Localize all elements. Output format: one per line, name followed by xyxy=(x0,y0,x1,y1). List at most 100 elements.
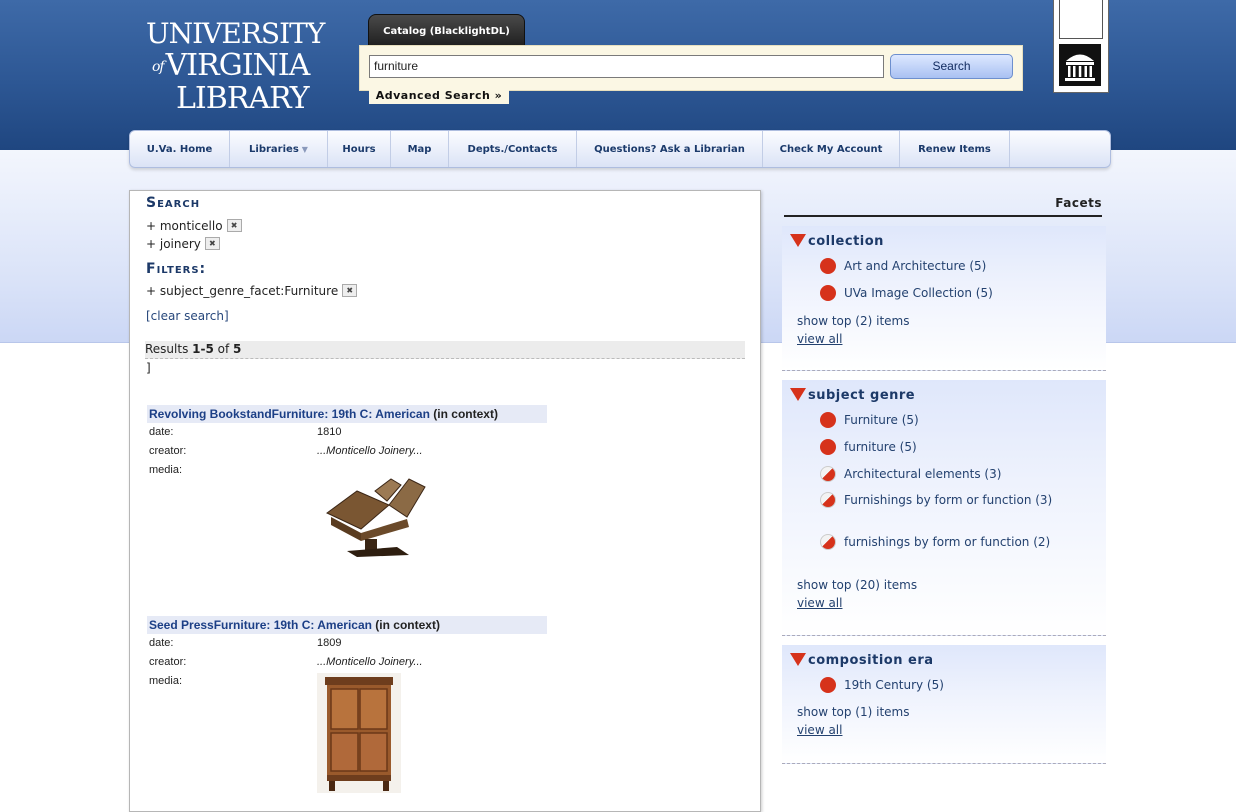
record-creator-row: creator: ...Monticello Joinery... xyxy=(147,653,547,672)
nav-libraries[interactable]: Libraries ▼ xyxy=(230,131,328,167)
query-text: + monticello xyxy=(146,219,223,233)
clear-search-link[interactable]: [clear search] xyxy=(146,309,229,323)
facet-item-label: Furnishings by form or function (3) xyxy=(844,493,1053,507)
record-title-link[interactable]: Revolving BookstandFurniture: 19th C: Am… xyxy=(149,407,430,421)
bookstand-thumbnail[interactable] xyxy=(317,461,437,562)
collapse-triangle-icon[interactable] xyxy=(790,388,806,401)
in-context-label[interactable]: (in context) xyxy=(430,407,498,421)
record-date-row: date: 1809 xyxy=(147,634,547,653)
facet-title[interactable]: subject genre xyxy=(790,388,915,403)
search-input[interactable]: furniture xyxy=(369,55,884,78)
facet-count-pie-icon xyxy=(820,492,836,508)
show-top-link[interactable]: show top (1) items xyxy=(797,705,909,719)
nav-label: Libraries xyxy=(249,144,299,155)
facet-count-pie-icon xyxy=(820,439,836,455)
main-nav: U.Va. Home Libraries ▼ Hours Map Depts./C… xyxy=(129,130,1111,168)
logo-line-library: LIBRARY xyxy=(176,81,310,116)
facet-count-pie-icon xyxy=(820,534,836,550)
results-of: of xyxy=(213,342,234,356)
nav-label: Renew Items xyxy=(918,144,991,155)
media-label: media: xyxy=(149,464,183,476)
facet-item-label: furnishings by form or function (2) xyxy=(844,535,1051,549)
catalog-tab[interactable]: Catalog (BlacklightDL) xyxy=(368,14,525,53)
facet-item-label: UVa Image Collection (5) xyxy=(844,286,993,300)
results-panel: Search + monticello ✖ + joinery ✖ Filters:… xyxy=(129,190,761,812)
filters-heading: Filters: xyxy=(146,261,207,277)
advanced-search-link[interactable]: Advanced Search » xyxy=(369,88,509,104)
search-heading: Search xyxy=(146,195,201,211)
media-label: media: xyxy=(149,675,183,687)
query-term: + joinery ✖ xyxy=(146,237,220,251)
date-value: 1810 xyxy=(317,426,342,438)
nav-ask-librarian[interactable]: Questions? Ask a Librarian xyxy=(577,131,763,167)
show-top-link[interactable]: show top (2) items xyxy=(797,314,909,328)
results-prefix: Results xyxy=(145,342,193,356)
facet-title-text: collection xyxy=(808,234,884,249)
results-total: 5 xyxy=(233,342,242,356)
date-label: date: xyxy=(149,426,174,438)
record-title: Revolving BookstandFurniture: 19th C: Am… xyxy=(147,405,547,423)
corner-widget xyxy=(1053,0,1109,93)
facet-title-text: subject genre xyxy=(808,388,916,403)
facet-item-label: furniture (5) xyxy=(844,440,917,454)
remove-filter-icon[interactable]: ✖ xyxy=(342,284,358,297)
facet-group-subject-genre: subject genre Furniture (5) furniture (5… xyxy=(782,380,1106,636)
record-title: Seed PressFurniture: 19th C: American (i… xyxy=(147,616,547,634)
nav-label: Hours xyxy=(342,144,376,155)
seed-press-thumbnail[interactable] xyxy=(317,673,401,796)
remove-query-icon[interactable]: ✖ xyxy=(226,219,242,232)
view-all-link[interactable]: view all xyxy=(797,596,842,610)
search-button[interactable]: Search xyxy=(890,54,1013,79)
facet-item-label: Architectural elements (3) xyxy=(844,467,1002,481)
result-record: Revolving BookstandFurniture: 19th C: Am… xyxy=(147,405,547,559)
facet-title[interactable]: composition era xyxy=(790,653,934,668)
corner-blank-box xyxy=(1059,0,1103,39)
view-all-link[interactable]: view all xyxy=(797,723,842,737)
facet-count-pie-icon xyxy=(820,412,836,428)
nav-uva-home[interactable]: U.Va. Home xyxy=(130,131,230,167)
nav-label: U.Va. Home xyxy=(146,144,213,155)
creator-value: ...Monticello Joinery... xyxy=(317,445,423,457)
rotunda-icon[interactable] xyxy=(1059,44,1101,86)
show-top-link[interactable]: show top (20) items xyxy=(797,578,917,592)
view-all-link[interactable]: view all xyxy=(797,332,842,346)
logo-of: of xyxy=(152,59,165,75)
nav-map[interactable]: Map xyxy=(391,131,449,167)
collapse-triangle-icon[interactable] xyxy=(790,234,806,247)
nav-label: Depts./Contacts xyxy=(467,144,558,155)
nav-depts-contacts[interactable]: Depts./Contacts xyxy=(449,131,577,167)
facet-title-text: composition era xyxy=(808,653,934,668)
search-box: furniture Search xyxy=(359,45,1023,91)
facet-count-pie-icon xyxy=(820,466,836,482)
facets-panel: Facets collection Art and Architecture (… xyxy=(780,192,1110,792)
creator-value: ...Monticello Joinery... xyxy=(317,656,423,668)
facet-group-composition-era: composition era 19th Century (5) show to… xyxy=(782,645,1106,764)
facets-heading: Facets xyxy=(784,196,1102,217)
results-bracket: ] xyxy=(146,361,151,375)
remove-query-icon[interactable]: ✖ xyxy=(204,237,220,250)
nav-check-account[interactable]: Check My Account xyxy=(763,131,900,167)
dropdown-caret-icon: ▼ xyxy=(301,145,308,154)
facet-item-label: Art and Architecture (5) xyxy=(844,259,987,273)
library-logo[interactable]: UNIVERSITY ofVIRGINIA LIBRARY xyxy=(146,18,331,115)
nav-label: Questions? Ask a Librarian xyxy=(594,144,745,155)
facet-item-label: Furniture (5) xyxy=(844,413,919,427)
record-creator-row: creator: ...Monticello Joinery... xyxy=(147,442,547,461)
logo-line-virginia: ofVIRGINIA xyxy=(146,50,331,83)
results-count: Results 1-5 of 5 xyxy=(145,341,745,359)
record-title-link[interactable]: Seed PressFurniture: 19th C: American xyxy=(149,618,372,632)
nav-hours[interactable]: Hours xyxy=(328,131,391,167)
results-range: 1-5 xyxy=(192,342,214,356)
in-context-label[interactable]: (in context) xyxy=(372,618,440,632)
date-label: date: xyxy=(149,637,174,649)
catalog-tab-label: Catalog (BlacklightDL) xyxy=(383,26,510,37)
facet-title[interactable]: collection xyxy=(790,234,884,249)
nav-renew-items[interactable]: Renew Items xyxy=(900,131,1010,167)
facet-group-collection: collection Art and Architecture (5) UVa … xyxy=(782,226,1106,371)
creator-label: creator: xyxy=(149,656,187,668)
collapse-triangle-icon[interactable] xyxy=(790,653,806,666)
filter-text: + subject_genre_facet:Furniture xyxy=(146,284,339,298)
creator-label: creator: xyxy=(149,445,187,457)
query-text: + joinery xyxy=(146,237,201,251)
date-value: 1809 xyxy=(317,637,342,649)
